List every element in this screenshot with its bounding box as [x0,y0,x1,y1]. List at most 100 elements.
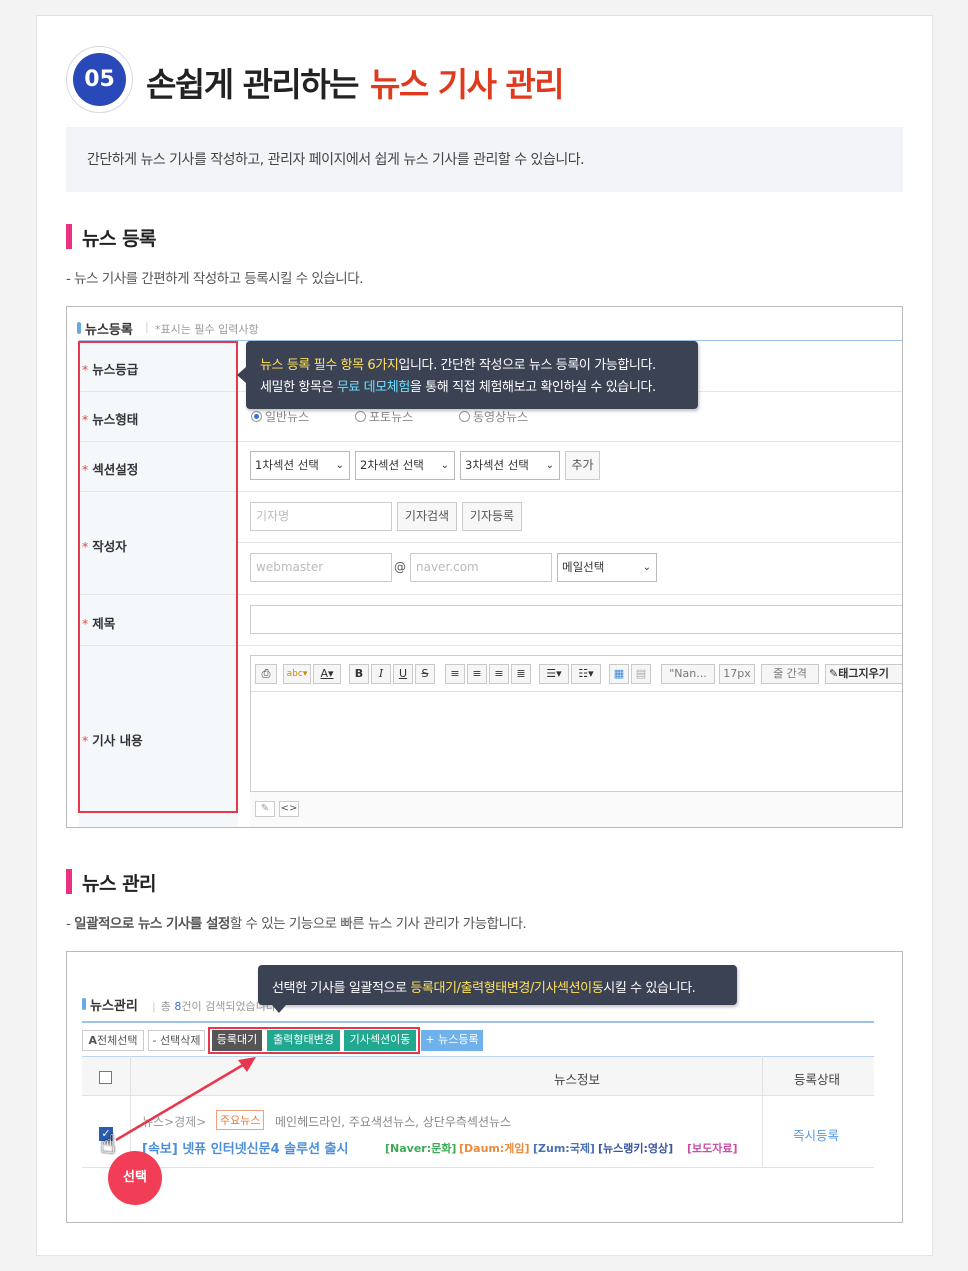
radio-video-news[interactable]: 동영상뉴스 [459,408,528,425]
header-status: 등록상태 [794,1072,841,1087]
bold-icon[interactable]: B [349,664,369,684]
align-justify-icon[interactable]: ≣ [511,664,531,684]
font-color-icon[interactable]: A▾ [313,664,341,684]
minus-icon: - [152,1034,160,1047]
radio-label: 포토뉴스 [369,410,414,424]
section3-select[interactable]: 3차섹션 선택 ⌄ [460,451,560,480]
button-label: 전체선택 [97,1034,138,1047]
email-id-input[interactable]: webmaster [250,553,392,582]
step-number: 05 [73,53,126,106]
select-value: 3차섹션 선택 [465,458,529,472]
ordered-list-icon[interactable]: ☰▾ [539,664,569,684]
desc-bold: 일괄적으로 뉴스 기사를 설정 [74,916,230,932]
desc-rest: 할 수 있는 기능으로 빠른 뉴스 기사 관리가 가능합니다. [229,916,527,932]
author-search-button[interactable]: 기자검색 [397,502,457,531]
required-note: *표시는 필수 입력사항 [155,323,259,336]
intro-box: 간단하게 뉴스 기사를 작성하고, 관리자 페이지에서 쉽게 뉴스 기사를 관리… [66,127,903,192]
italic-icon[interactable]: I [371,664,391,684]
align-center-icon[interactable]: ≡ [467,664,487,684]
chevron-down-icon: ⌄ [440,460,449,471]
management-section-desc: - 일괄적으로 뉴스 기사를 설정할 수 있는 기능으로 빠른 뉴스 기사 관리… [66,916,527,932]
registration-section-title: 뉴스 등록 [82,228,157,250]
section1-select[interactable]: 1차섹션 선택 ⌄ [250,451,350,480]
radio-icon [251,411,262,422]
author-name-input[interactable]: 기자명 [250,502,392,531]
radio-normal-news[interactable]: 일반뉴스 [251,408,309,425]
row-status: 즉시등록 [793,1128,840,1143]
tag-naver: [Naver:문화] [385,1142,457,1155]
eraser-icon: ✎ [829,667,839,680]
step-number-badge: 05 [66,46,133,113]
tag-press: [보도자료] [687,1142,738,1155]
editor-footer: ✎ <> [250,792,902,827]
select-value: 2차섹션 선택 [360,458,424,472]
tooltip-text: 선택한 기사를 일괄적으로 [272,981,411,996]
select-callout-badge: 선택 [108,1151,162,1205]
clear-tags-button[interactable]: ✎태그지우기 [825,664,902,684]
tooltip-line-2: 세밀한 항목은 무료 데모체험을 통해 직접 체험해보고 확인하실 수 있습니다… [260,376,656,395]
tooltip-text: 세밀한 항목은 [260,380,337,395]
section-bar [66,869,72,894]
section-bar [66,224,72,249]
edit-mode-icon[interactable]: ✎ [255,801,275,817]
row-bottom-line [82,1167,874,1168]
add-section-button[interactable]: 추가 [565,451,600,480]
tooltip-text: 시킬 수 있습니다. [603,981,696,996]
arrow-line [115,1060,249,1142]
align-left-icon[interactable]: ≡ [445,664,465,684]
select-value: 메일선택 [562,560,605,574]
chevron-down-icon: ⌄ [642,562,651,573]
html-mode-icon[interactable]: <> [279,801,299,817]
required-fields-highlight [78,341,238,813]
email-at-sign: @ [394,560,406,574]
news-register-button[interactable]: + 뉴스등록 [421,1030,483,1051]
spellcheck-icon[interactable]: abc▾ [283,664,311,684]
tag-zum: [Zum:국제] [533,1142,595,1155]
strikethrough-icon[interactable]: S [415,664,435,684]
table-icon[interactable]: ▦ [609,664,629,684]
align-right-icon[interactable]: ≡ [489,664,509,684]
select-value: 1차섹션 선택 [255,458,319,472]
radio-icon [355,411,366,422]
unordered-list-icon[interactable]: ☷▾ [571,664,601,684]
image-icon[interactable]: ▤ [631,664,651,684]
email-domain-input[interactable]: naver.com [410,553,552,582]
chevron-down-icon: ⌄ [545,460,554,471]
col-divider [762,1056,763,1168]
management-section-title: 뉴스 관리 [82,873,157,895]
panel-title-marker [82,998,86,1010]
arrow-head [238,1057,256,1072]
mail-select[interactable]: 메일선택 ⌄ [557,553,657,582]
underline-icon[interactable]: U [393,664,413,684]
manage-panel-title: 뉴스관리 [90,999,138,1014]
section2-select[interactable]: 2차섹션 선택 ⌄ [355,451,455,480]
tooltip-arrow [272,1005,286,1013]
radio-icon [459,411,470,422]
font-name-select[interactable]: "Nan... [661,664,715,684]
header-news-info: 뉴스정보 [554,1072,601,1087]
clear-tags-label: 태그지우기 [838,667,889,680]
author-register-button[interactable]: 기자등록 [462,502,522,531]
tooltip-text-line: 선택한 기사를 일괄적으로 등록대기/출력형태변경/기사섹션이동시킬 수 있습니… [272,977,696,996]
line-height-select[interactable]: 줄 간격 [761,664,819,684]
a-icon: A [88,1034,98,1047]
print-icon[interactable]: ⎙ [255,664,277,684]
chevron-down-icon: ⌄ [335,460,344,471]
intro-text: 간단하게 뉴스 기사를 작성하고, 관리자 페이지에서 쉽게 뉴스 기사를 관리… [87,152,585,168]
tooltip-highlight: 뉴스 등록 필수 항목 6가지 [260,358,399,373]
radio-photo-news[interactable]: 포토뉴스 [355,408,413,425]
tooltip-text: 을 통해 직접 체험해보고 확인하실 수 있습니다. [409,380,656,395]
batch-actions-tooltip: 선택한 기사를 일괄적으로 등록대기/출력형태변경/기사섹션이동시킬 수 있습니… [258,965,737,1013]
page-title-highlight: 뉴스 기사 관리 [370,65,565,104]
content-editor[interactable]: ⎙ abc▾ A▾ B I U S ≡ ≡ ≡ ≣ ☰▾ ☷▾ ▦ ▤ "Nan… [250,655,902,792]
panel-title-marker [77,322,81,334]
title-input[interactable] [250,605,902,634]
tag-daum: [Daum:게임] [459,1142,530,1155]
font-size-select[interactable]: 17px [719,664,755,684]
panel-title: 뉴스등록 [85,323,133,338]
page-title: 손쉽게 관리하는 뉴스 기사 관리 [146,58,565,106]
toolbar-buttons: ⎙ abc▾ A▾ B I U S ≡ ≡ ≡ ≣ ☰▾ ☷▾ ▦ ▤ "Nan… [255,662,902,686]
demo-link[interactable]: 무료 데모체험 [337,380,410,395]
tooltip-line-1: 뉴스 등록 필수 항목 6가지입니다. 간단한 작성으로 뉴스 등록이 가능합니… [260,354,656,373]
row-divider [238,542,902,543]
